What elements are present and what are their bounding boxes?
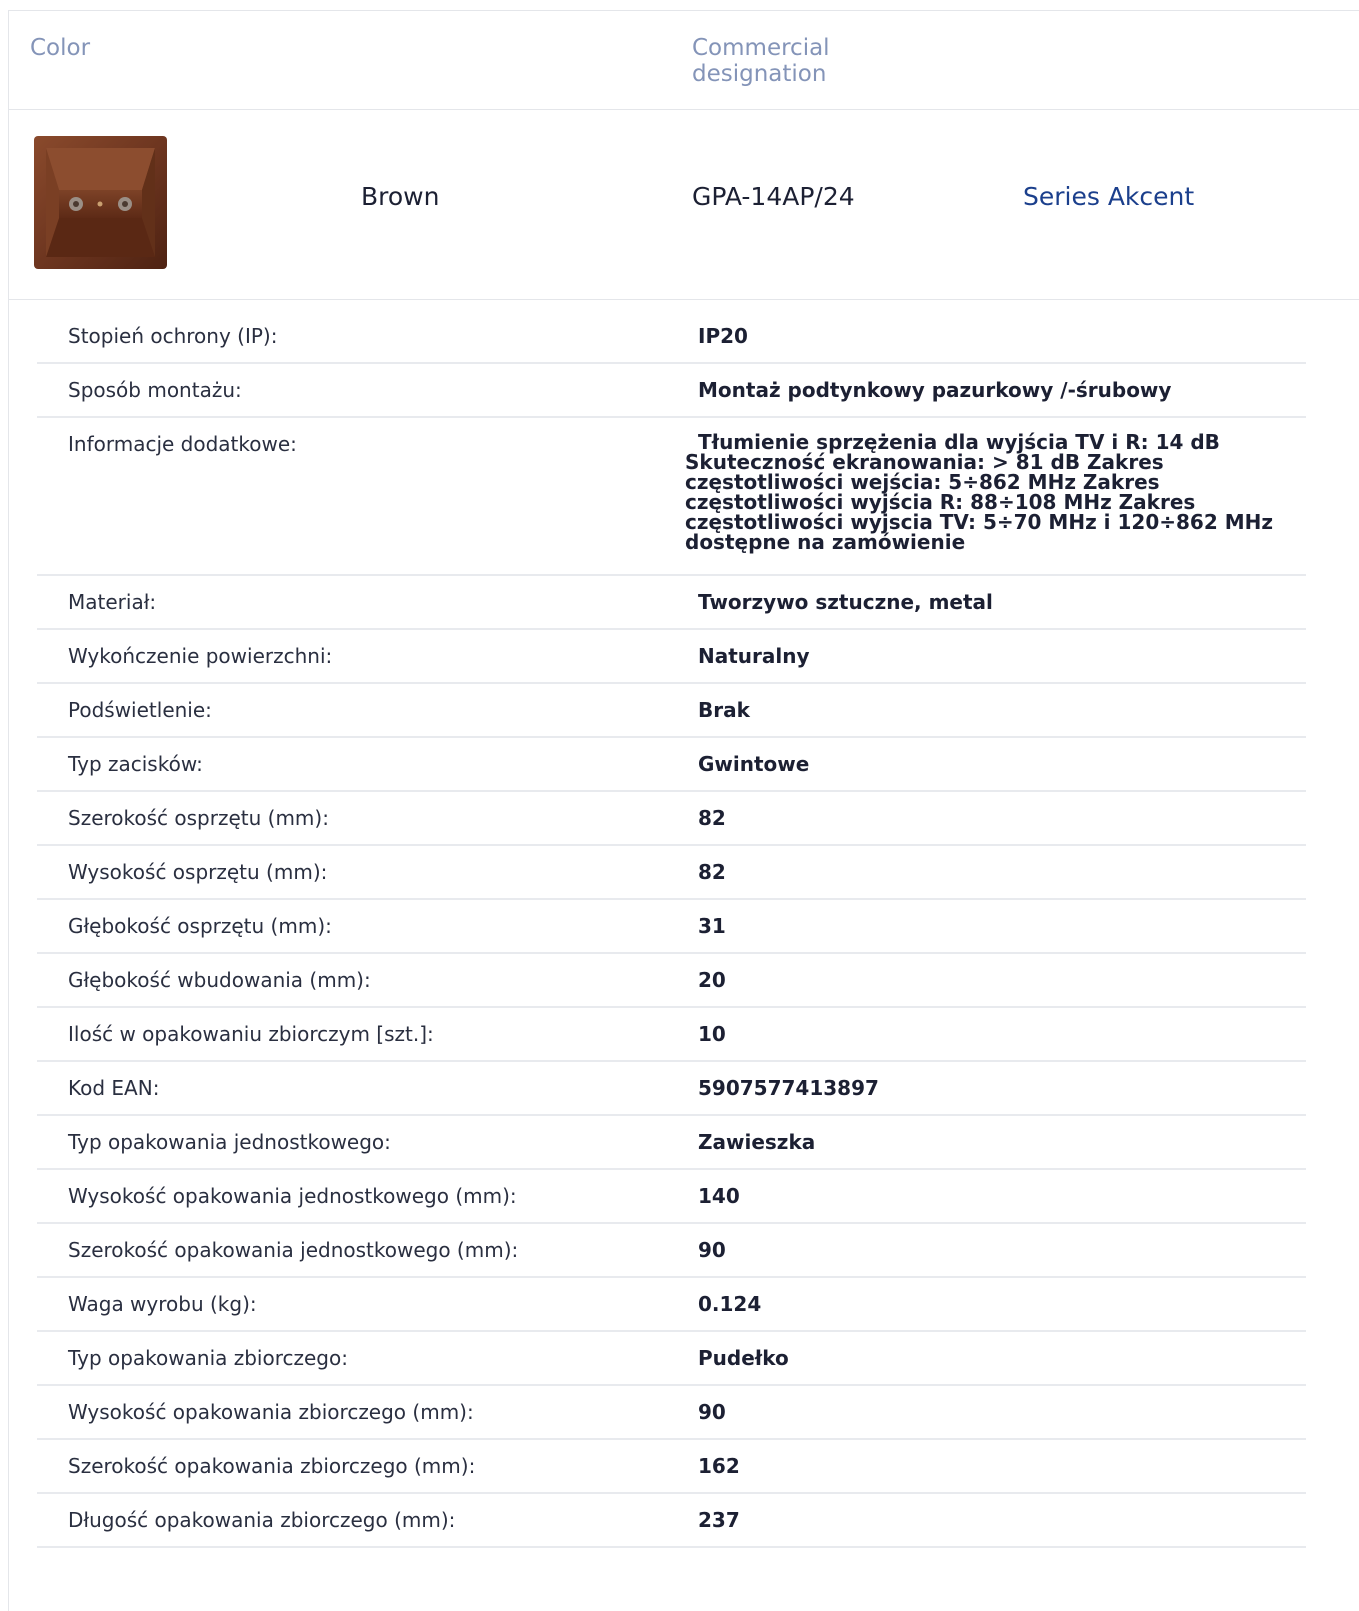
spec-value: 31 — [698, 914, 726, 938]
spec-table: Stopień ochrony (IP): IP20 Sposób montażu:… — [37, 310, 1306, 1548]
spec-value: 0.124 — [698, 1292, 762, 1316]
spec-row: Wysokość opakowania zbiorczego (mm): 90 — [37, 1386, 1306, 1440]
spec-row: Typ zacisków: Gwintowe — [37, 738, 1306, 792]
spec-row: Materiał: Tworzywo sztuczne, metal — [37, 576, 1306, 630]
spec-label: Szerokość osprzętu (mm): — [68, 806, 329, 830]
spec-row: Kod EAN: 5907577413897 — [37, 1062, 1306, 1116]
spec-value: 237 — [698, 1508, 740, 1532]
spec-value: Montaż podtynkowy pazurkowy /-śrubowy — [698, 378, 1172, 402]
spec-value: 5907577413897 — [698, 1076, 879, 1100]
spec-label: Długość opakowania zbiorczego (mm): — [68, 1508, 456, 1532]
spec-row: Informacje dodatkowe: Tłumienie sprzężeni… — [37, 418, 1306, 576]
spec-row: Wysokość opakowania jednostkowego (mm): 1… — [37, 1170, 1306, 1224]
spec-value: Tłumienie sprzężenia dla wyjścia TV i R:… — [685, 430, 1273, 554]
spec-value: 82 — [698, 806, 726, 830]
spec-label: Podświetlenie: — [68, 698, 212, 722]
product-thumbnail — [32, 134, 169, 271]
spec-row: Głębokość osprzętu (mm): 31 — [37, 900, 1306, 954]
spec-label: Wysokość opakowania zbiorczego (mm): — [68, 1400, 474, 1424]
table-header: Color Commercial designation — [9, 11, 1359, 110]
spec-label: Ilość w opakowaniu zbiorczym [szt.]: — [68, 1022, 434, 1046]
spec-label: Wysokość opakowania jednostkowego (mm): — [68, 1184, 517, 1208]
color-column-header: Color — [30, 35, 91, 61]
spec-label: Głębokość wbudowania (mm): — [68, 968, 371, 992]
spec-value: 90 — [698, 1238, 726, 1262]
spec-value: Gwintowe — [698, 752, 810, 776]
spec-value: IP20 — [698, 324, 748, 348]
product-row: Brown GPA-14AP/24 Series Akcent — [9, 110, 1359, 300]
spec-row: Długość opakowania zbiorczego (mm): 237 — [37, 1494, 1306, 1548]
spec-row: Sposób montażu: Montaż podtynkowy pazurko… — [37, 364, 1306, 418]
brown-antenna-socket-thumbnail — [34, 136, 167, 269]
spec-row: Ilość w opakowaniu zbiorczym [szt.]: 10 — [37, 1008, 1306, 1062]
spec-row: Głębokość wbudowania (mm): 20 — [37, 954, 1306, 1008]
series-link[interactable]: Series Akcent — [1023, 182, 1194, 211]
spec-row: Szerokość osprzętu (mm): 82 — [37, 792, 1306, 846]
spec-value: Naturalny — [698, 644, 810, 668]
spec-value: Pudełko — [698, 1346, 789, 1370]
spec-row: Typ opakowania zbiorczego: Pudełko — [37, 1332, 1306, 1386]
spec-label: Waga wyrobu (kg): — [68, 1292, 257, 1316]
spec-value: 10 — [698, 1022, 726, 1046]
spec-label: Sposób montażu: — [68, 378, 242, 402]
spec-label: Szerokość opakowania jednostkowego (mm): — [68, 1238, 519, 1262]
spec-label: Typ opakowania jednostkowego: — [68, 1130, 391, 1154]
spec-value: 90 — [698, 1400, 726, 1424]
spec-value: Brak — [698, 698, 750, 722]
spec-label: Stopień ochrony (IP): — [68, 324, 278, 348]
commercial-code: GPA-14AP/24 — [692, 182, 855, 211]
spec-row: Typ opakowania jednostkowego: Zawieszka — [37, 1116, 1306, 1170]
spec-value: Zawieszka — [698, 1130, 816, 1154]
spec-label: Typ opakowania zbiorczego: — [68, 1346, 348, 1370]
spec-row: Waga wyrobu (kg): 0.124 — [37, 1278, 1306, 1332]
spec-label: Wykończenie powierzchni: — [68, 644, 333, 668]
spec-row: Wykończenie powierzchni: Naturalny — [37, 630, 1306, 684]
spec-value: Tworzywo sztuczne, metal — [698, 590, 993, 614]
spec-row: Szerokość opakowania jednostkowego (mm):… — [37, 1224, 1306, 1278]
spec-row: Stopień ochrony (IP): IP20 — [37, 310, 1306, 364]
spec-label: Materiał: — [68, 590, 157, 614]
spec-row: Szerokość opakowania zbiorczego (mm): 162 — [37, 1440, 1306, 1494]
spec-row: Podświetlenie: Brak — [37, 684, 1306, 738]
spec-value: 140 — [698, 1184, 740, 1208]
spec-label: Kod EAN: — [68, 1076, 160, 1100]
spec-label: Typ zacisków: — [68, 752, 203, 776]
spec-label: Szerokość opakowania zbiorczego (mm): — [68, 1454, 476, 1478]
spec-value: 20 — [698, 968, 726, 992]
spec-label: Wysokość osprzętu (mm): — [68, 860, 328, 884]
spec-value: 162 — [698, 1454, 740, 1478]
spec-row: Wysokość osprzętu (mm): 82 — [37, 846, 1306, 900]
color-name: Brown — [361, 182, 440, 211]
spec-label: Informacje dodatkowe: — [68, 432, 297, 456]
designation-column-header: Commercial designation — [692, 35, 830, 88]
spec-value: 82 — [698, 860, 726, 884]
spec-label: Głębokość osprzętu (mm): — [68, 914, 332, 938]
